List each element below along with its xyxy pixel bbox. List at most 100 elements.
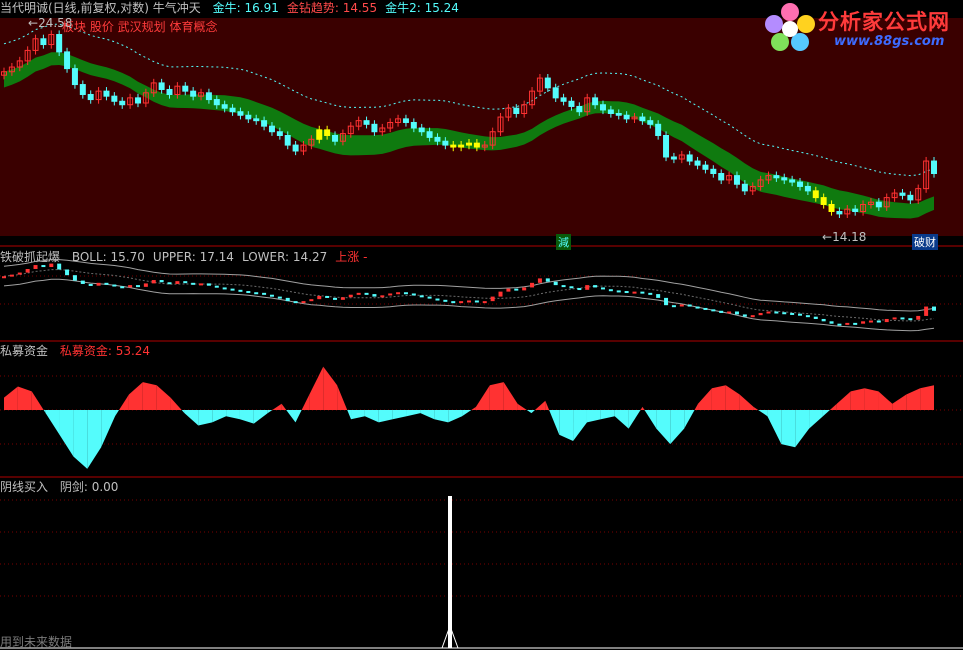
candle-body xyxy=(371,123,378,133)
fund-area-segment xyxy=(59,410,74,457)
fund-area-segment xyxy=(829,403,837,410)
boll-candle xyxy=(766,311,771,314)
candle-body xyxy=(426,131,433,138)
boll-candle xyxy=(317,295,322,300)
fund-area-segment xyxy=(239,410,254,424)
site-logo: 分析家公式网 www.88gs.com xyxy=(762,2,962,54)
price-low-label: ←14.18 xyxy=(822,230,866,244)
fund-area-segment xyxy=(739,394,754,410)
candle-body xyxy=(253,118,260,122)
fund-area-segment xyxy=(809,410,823,429)
boll-candle xyxy=(813,316,818,319)
boll-candle xyxy=(585,285,590,290)
candle-body xyxy=(639,116,646,122)
boll-candle xyxy=(861,321,866,324)
fund-area-segment xyxy=(864,388,879,410)
boll-candle xyxy=(868,320,873,323)
candle-body xyxy=(221,104,228,109)
boll-candle xyxy=(892,317,897,320)
boll-candle xyxy=(230,288,235,291)
fund-area-segment xyxy=(156,385,171,410)
boll-candle xyxy=(467,300,471,303)
fund-area-segment xyxy=(644,410,657,429)
candle-body xyxy=(119,100,126,106)
fund-area-segment xyxy=(795,410,810,448)
flower-icon xyxy=(765,3,815,51)
fund-area-segment xyxy=(906,388,921,410)
candle-body xyxy=(544,77,551,89)
candle-body xyxy=(402,118,409,123)
candle-body xyxy=(466,142,472,146)
boll-candle xyxy=(159,280,164,283)
boll-candle xyxy=(522,287,527,291)
fund-area-segment xyxy=(281,403,287,410)
boll-candle xyxy=(798,313,803,316)
candle-body xyxy=(237,111,244,116)
candle-body xyxy=(931,160,937,175)
fund-area-segment xyxy=(286,410,296,423)
fund-area-segment xyxy=(142,382,157,410)
fund-area-segment xyxy=(87,410,102,469)
panel2-legend-item: LOWER: 14.27 xyxy=(242,250,327,264)
panel1-legend-item: 金牛2: 15.24 xyxy=(385,1,459,15)
fund-area-segment xyxy=(337,385,348,410)
boll-candle xyxy=(238,289,243,292)
fund-area-segment xyxy=(628,410,641,429)
boll-candle xyxy=(262,292,267,295)
price-low-arrow: ← xyxy=(822,230,833,244)
fund-area-segment xyxy=(850,388,865,410)
candle-body xyxy=(852,208,859,213)
boll-candle xyxy=(72,275,77,281)
boll-candle xyxy=(845,322,850,325)
candle-body xyxy=(418,127,425,133)
candle-body xyxy=(245,114,252,120)
marker-bi: 破财 xyxy=(912,234,938,250)
boll-candle xyxy=(490,296,495,302)
boll-candle xyxy=(711,309,716,312)
panel2-legend-label: LOWER: xyxy=(241,250,290,264)
panel1-header: 当代明诚(日线,前复权,对数) 牛气冲天 金牛: 16.91 金钻趋势: 14.5… xyxy=(0,1,459,15)
candle-body xyxy=(647,120,654,125)
boll-candle xyxy=(2,276,6,279)
fund-area-segment xyxy=(503,382,518,410)
future-data-note: 用到未来数据 xyxy=(0,635,73,649)
boll-candle xyxy=(333,297,338,300)
boll-candle xyxy=(727,311,732,314)
boll-candle xyxy=(782,312,787,315)
candle-body xyxy=(773,175,780,179)
boll-candle xyxy=(419,295,424,298)
fund-area-segment xyxy=(614,410,629,429)
fund-area-segment xyxy=(45,410,60,435)
candle-body xyxy=(56,34,63,53)
boll-candle xyxy=(199,283,204,286)
candle-body xyxy=(410,121,417,129)
fund-area-segment xyxy=(181,410,185,414)
boll-candle xyxy=(774,311,779,314)
boll-candle xyxy=(222,287,227,290)
candle-body xyxy=(134,97,141,104)
candle-body xyxy=(71,68,78,86)
fund-area-segment xyxy=(489,382,504,410)
candle-body xyxy=(261,120,268,127)
candle-body xyxy=(741,183,748,192)
candle-body xyxy=(103,90,110,97)
candle-body xyxy=(166,88,173,95)
boll-candle xyxy=(703,307,708,310)
panel2-legend-value: - xyxy=(359,250,368,264)
fund-area-segment xyxy=(128,382,143,410)
fund-area-segment xyxy=(711,385,726,410)
boll-candle xyxy=(593,285,598,288)
fund-area-segment xyxy=(31,391,44,410)
panel3-header: 私募资金 私募资金: 53.24 xyxy=(0,344,150,358)
panel2-legend-label: BOLL: xyxy=(71,250,107,264)
boll-mid-line xyxy=(3,269,935,322)
boll-candle xyxy=(396,292,401,295)
candle-body xyxy=(615,112,622,116)
fund-area-segment xyxy=(323,366,338,410)
boll-candle xyxy=(254,292,259,295)
boll-candle xyxy=(742,314,747,317)
candle-body xyxy=(513,107,520,114)
boll-candle xyxy=(545,278,550,282)
boll-candle xyxy=(104,282,109,285)
fund-area-segment xyxy=(549,410,560,435)
